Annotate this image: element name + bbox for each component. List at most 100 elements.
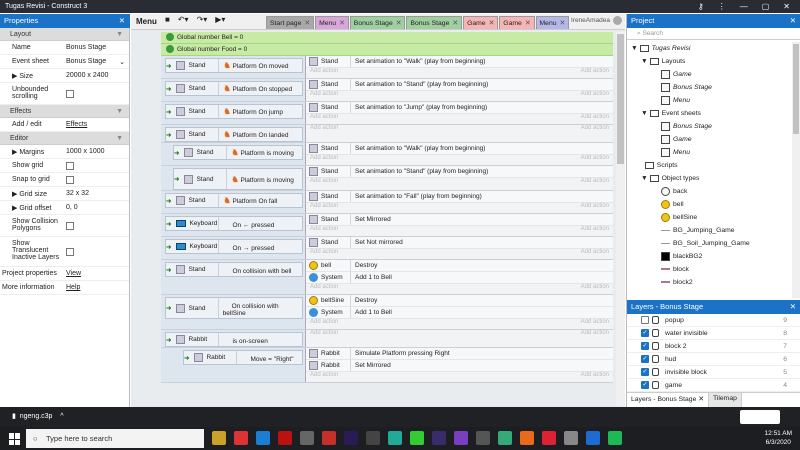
sheet-scrollbar[interactable] <box>616 32 625 406</box>
tree-eventsheet-item[interactable]: Menu <box>627 146 791 159</box>
tab-item[interactable]: Menu ✕ <box>315 16 349 29</box>
tree-object-item[interactable]: block <box>627 263 791 276</box>
layer-row[interactable]: ✓ game 4 <box>627 379 800 392</box>
action[interactable]: Stand Set animation to "Stand" (play from… <box>306 166 613 178</box>
tab-item[interactable]: Game ✕ <box>499 16 535 29</box>
tree-object-item[interactable]: bell <box>627 198 791 211</box>
spotify-icon[interactable] <box>608 431 622 445</box>
menu-button[interactable]: Menu <box>133 15 160 29</box>
tree-scrollbar[interactable] <box>792 42 800 298</box>
add-action-link[interactable]: Add action Add action <box>306 178 613 188</box>
app-icon[interactable] <box>476 431 490 445</box>
tree-object-item[interactable]: blackBG2 <box>627 250 791 263</box>
event-block[interactable]: 8➜KeyboardOn ← pressedStandSet MirroredA… <box>161 214 613 237</box>
play-icon[interactable]: ▶▾ <box>215 15 225 24</box>
minimize-button[interactable]: — <box>740 0 748 13</box>
tree-object-item[interactable]: BG_Soil_Jumping_Game <box>627 237 791 250</box>
section-editor[interactable]: Editor ▼ <box>0 132 129 145</box>
action[interactable]: bell Destroy <box>306 260 613 272</box>
line-icon[interactable] <box>410 431 424 445</box>
event-block[interactable]: 7➜Stand♞Platform On fallStandSet animati… <box>161 191 613 214</box>
global-variable[interactable]: Global number Bell = 0 <box>161 32 613 44</box>
condition[interactable]: ➜ Stand ♞ Platform On fall <box>165 193 303 208</box>
visibility-checkbox[interactable] <box>641 316 649 324</box>
event-block[interactable]: 6➜Stand♞Platform is movingStandSet anima… <box>161 166 613 191</box>
event-block[interactable]: 4➜Stand♞Platform On landedAdd actionAdd … <box>161 125 613 143</box>
visibility-checkbox[interactable]: ✓ <box>641 342 649 350</box>
event-block[interactable]: 10➜StandOn collision with bellbellDestro… <box>161 260 613 295</box>
add-action-link[interactable]: Add action Add action <box>306 203 613 213</box>
tree-eventsheet-item[interactable]: Game <box>627 133 791 146</box>
view-link[interactable]: View <box>64 267 129 280</box>
add-action-link[interactable]: Add action Add action <box>306 114 613 124</box>
condition[interactable]: ➜ Stand ♞ Platform On jump <box>165 104 303 119</box>
tree-layout-item[interactable]: Game <box>627 68 791 81</box>
unbounded-checkbox[interactable] <box>66 90 74 98</box>
undo-icon[interactable]: ↶▾ <box>178 15 189 24</box>
app-icon[interactable] <box>278 431 292 445</box>
help-link[interactable]: Help <box>64 281 129 294</box>
condition[interactable]: ➜ Stand ♞ Platform On landed <box>165 127 303 142</box>
visibility-checkbox[interactable]: ✓ <box>641 355 649 363</box>
download-file[interactable]: ▮ ngeng.c3p ^ <box>12 412 64 420</box>
action[interactable]: Rabbit Set Mirrored <box>306 360 613 372</box>
firefox-icon[interactable] <box>520 431 534 445</box>
app-icon[interactable] <box>366 431 380 445</box>
event-block[interactable]: 3➜Stand♞Platform On jumpStandSet animati… <box>161 102 613 125</box>
translucent-checkbox[interactable] <box>66 248 74 256</box>
layer-row[interactable]: ✓ hud 6 <box>627 353 800 366</box>
add-action-link[interactable]: Add action Add action <box>306 91 613 101</box>
global-variable[interactable]: Global number Food = 0 <box>161 44 613 56</box>
system-clock[interactable]: 12:51 AM 6/3/2020 <box>765 429 792 447</box>
add-action-link[interactable]: Add action Add action <box>306 125 613 135</box>
condition[interactable]: ➜ Stand ♞ Platform On stopped <box>165 81 303 96</box>
edge-icon[interactable] <box>256 431 270 445</box>
after-effects-icon[interactable] <box>432 431 446 445</box>
lock-icon[interactable] <box>652 342 659 350</box>
redo-icon[interactable]: ↷▾ <box>197 15 208 24</box>
tab-item[interactable]: Bonus Stage ✕ <box>406 16 463 29</box>
action[interactable]: Rabbit Simulate Platform pressing Right <box>306 348 613 360</box>
tree-eventsheets-folder[interactable]: ▼ Event sheets <box>627 107 791 120</box>
tab-item[interactable]: Start page ✕ <box>266 16 315 29</box>
condition[interactable]: ➜ Rabbit Move = "Right" <box>183 350 303 365</box>
layer-row[interactable]: ✓ block 27 <box>627 340 800 353</box>
event-block[interactable]: 13➜RabbitMove = "Right"RabbitSimulate Pl… <box>161 348 613 383</box>
add-action-link[interactable]: Add action Add action <box>306 68 613 78</box>
add-action-link[interactable]: Add action Add action <box>306 249 613 259</box>
tree-eventsheet-item[interactable]: Bonus Stage <box>627 120 791 133</box>
section-effects[interactable]: Effects ▼ <box>0 105 129 118</box>
action[interactable]: Stand Set Mirrored <box>306 214 613 226</box>
taskbar-search-input[interactable]: ○ Type here to search <box>26 429 204 448</box>
action[interactable]: Stand Set animation to "Walk" (play from … <box>306 56 613 68</box>
more-icon[interactable]: ⋮ <box>718 0 726 13</box>
tab-item[interactable]: Bonus Stage ✕ <box>349 16 406 29</box>
key-icon[interactable]: ⚷ <box>698 0 704 13</box>
chrome-icon[interactable] <box>388 431 402 445</box>
tree-root[interactable]: ▼ Tugas Revisi <box>627 42 791 55</box>
add-action-link[interactable]: Add action Add action <box>306 155 613 165</box>
tree-object-item[interactable]: BG_Jumping_Game <box>627 224 791 237</box>
action[interactable]: Stand Set animation to "Stand" (play from… <box>306 79 613 91</box>
close-icon[interactable]: ✕ <box>119 14 125 28</box>
tree-layout-item[interactable]: Menu <box>627 94 791 107</box>
lock-icon[interactable] <box>652 355 659 363</box>
maximize-button[interactable]: ▢ <box>762 0 770 13</box>
close-icon[interactable]: ✕ <box>790 300 796 314</box>
add-action-link[interactable]: Add action Add action <box>306 372 613 382</box>
condition[interactable]: ➜ Stand On collision with bellSine <box>165 297 303 319</box>
condition[interactable]: ➜ Stand On collision with bell <box>165 262 303 277</box>
event-block[interactable]: 1➜Stand♞Platform On movedStandSet animat… <box>161 56 613 79</box>
project-search-input[interactable]: ⌕ Search <box>627 28 800 40</box>
premiere-icon[interactable] <box>344 431 358 445</box>
action[interactable]: System Add 1 to Bell <box>306 307 613 319</box>
action[interactable]: Stand Set animation to "Walk" (play from … <box>306 143 613 155</box>
tab-layers[interactable]: Layers - Bonus Stage ✕ <box>627 393 709 407</box>
close-icon[interactable]: ✕ <box>790 14 796 28</box>
snap-grid-checkbox[interactable] <box>66 176 74 184</box>
action[interactable]: Stand Set Not mirrored <box>306 237 613 249</box>
tree-layouts-folder[interactable]: ▼ Layouts <box>627 55 791 68</box>
show-all-button[interactable] <box>740 410 780 424</box>
action[interactable]: bellSine Destroy <box>306 295 613 307</box>
tab-tilemap[interactable]: Tilemap <box>708 393 742 407</box>
